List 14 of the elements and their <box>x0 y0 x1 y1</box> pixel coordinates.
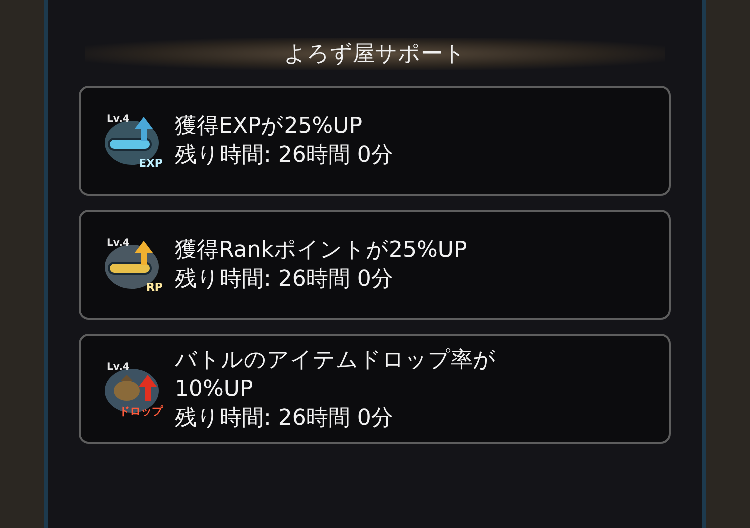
support-text: バトルのアイテムドロップ率が <box>175 346 496 374</box>
support-text: 10%UP <box>175 376 254 404</box>
support-text: 残り時間: 26時間 0分 <box>175 266 394 294</box>
badge-label: EXP <box>138 158 163 169</box>
badge-label: ドロップ <box>119 406 163 417</box>
support-text: 獲得EXPが25%UP <box>175 113 364 141</box>
support-text: 残り時間: 26時間 0分 <box>175 404 394 432</box>
level-label: Lv.4 <box>107 363 130 373</box>
support-text: 残り時間: 26時間 0分 <box>175 142 394 170</box>
badge-label: RP <box>146 282 163 293</box>
level-label: Lv.4 <box>107 239 130 249</box>
support-text: 獲得Rankポイントが25%UP <box>175 237 468 265</box>
level-label: Lv.4 <box>107 115 130 125</box>
dialog-title: よろず屋サポート <box>284 40 466 68</box>
